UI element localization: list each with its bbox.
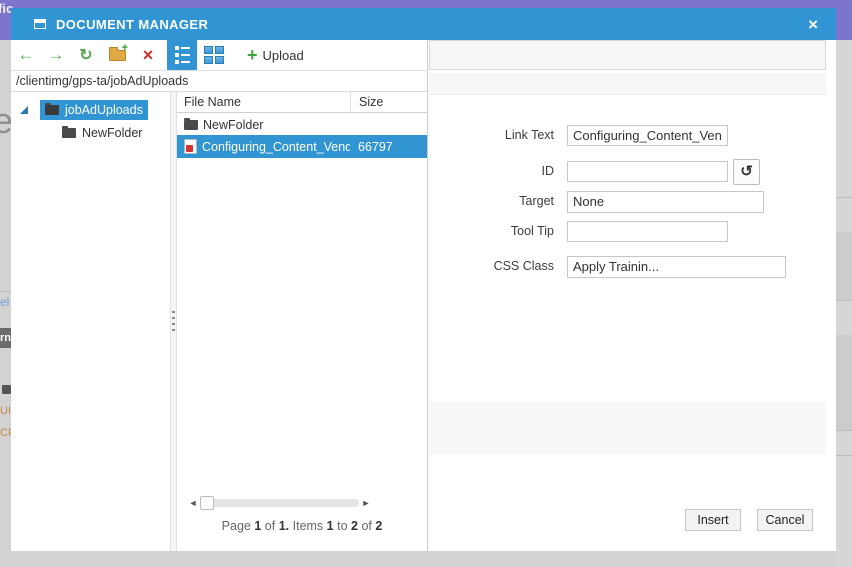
dialog-title: DOCUMENT MANAGER <box>56 16 209 32</box>
file-list-panel: File Name Size NewFolder Configuring_Con… <box>177 92 427 551</box>
pager-text: of <box>264 519 276 533</box>
refresh-icon: ↻ <box>79 47 93 64</box>
forward-button[interactable]: → <box>41 40 71 70</box>
list-view-icon <box>174 46 190 64</box>
pdf-file-icon <box>184 139 197 154</box>
target-select[interactable]: None ▾ <box>567 191 764 213</box>
file-list-header: File Name Size <box>177 92 427 113</box>
properties-lower-section <box>428 401 826 455</box>
upload-plus-icon: + <box>247 44 258 65</box>
id-input[interactable] <box>567 161 728 182</box>
dialog-titlebar: DOCUMENT MANAGER × <box>11 8 836 40</box>
grid-view-icon <box>204 46 224 64</box>
id-refresh-button[interactable]: ↺ <box>733 159 760 185</box>
pager-number: 1 <box>254 519 262 533</box>
target-label: Target <box>519 194 554 208</box>
document-manager-dialog: DOCUMENT MANAGER × ← → ↻ + × + Upload /c… <box>11 8 836 551</box>
file-toolbar: ← → ↻ + × + Upload <box>11 40 427 71</box>
file-size: 66797 <box>358 139 393 154</box>
pager-number: 2 <box>351 519 358 533</box>
background-icon-fragment <box>2 385 11 394</box>
tree-node-newfolder[interactable]: NewFolder <box>62 124 142 142</box>
new-folder-plus-icon: + <box>121 42 128 54</box>
grid-view-button[interactable] <box>197 40 231 70</box>
column-header-size[interactable]: Size <box>350 92 427 112</box>
folder-icon <box>184 118 198 130</box>
pager-number: 1 <box>326 519 334 533</box>
refresh-button[interactable]: ↻ <box>71 40 101 70</box>
background-row-divider <box>836 197 852 198</box>
tree-node-label: jobAdUploads <box>65 103 143 117</box>
tree-node-jobaduploads[interactable]: jobAdUploads <box>40 100 148 120</box>
id-label: ID <box>541 164 555 178</box>
back-icon: ← <box>17 45 35 64</box>
css-class-select[interactable]: Apply Trainin... ▼ <box>567 256 786 278</box>
splitter-grip-icon <box>172 311 175 333</box>
pager-status: Page 1 of 1. Items 1 to 2 of 2 <box>177 519 427 533</box>
background-row-divider <box>836 430 852 431</box>
properties-header-area <box>429 40 826 70</box>
css-class-selected-value: Apply Trainin... <box>573 259 659 274</box>
background-link-fragment: el <box>0 295 10 309</box>
pager-number: 1. <box>278 519 290 533</box>
tool-tip-input[interactable] <box>567 221 728 242</box>
background-button-fragment: rn <box>0 328 11 348</box>
background-divider-line <box>0 291 11 292</box>
pager-text: Page <box>221 519 251 533</box>
tree-expand-icon[interactable] <box>20 106 28 114</box>
pager-number: 2 <box>375 519 383 533</box>
link-text-label: Link Text <box>504 128 554 142</box>
list-view-button[interactable] <box>167 40 197 70</box>
scrollbar-thumb[interactable] <box>200 496 214 510</box>
new-folder-button[interactable]: + <box>101 40 133 70</box>
background-row-block <box>836 335 852 430</box>
link-text-input[interactable] <box>567 125 728 146</box>
background-text-fragment-1: UI <box>0 405 11 417</box>
upload-button-label: Upload <box>262 47 304 63</box>
address-path: /clientimg/gps-ta/jobAdUploads <box>11 71 427 92</box>
cancel-button[interactable]: Cancel <box>757 509 813 531</box>
background-row-block <box>836 232 852 300</box>
properties-subheader-area <box>429 73 826 95</box>
scroll-left-icon[interactable]: ◄ <box>186 498 200 508</box>
css-class-label: CSS Class <box>493 259 554 273</box>
pager-text: of <box>361 519 372 533</box>
scroll-right-icon[interactable]: ► <box>359 498 373 508</box>
pager-text: to <box>337 519 348 533</box>
screen-background: fic e el rn UI CR DOCUMENT MANAGER × ← →… <box>0 0 852 567</box>
file-name: NewFolder <box>203 118 264 132</box>
tool-tip-label: Tool Tip <box>510 224 554 238</box>
insert-button[interactable]: Insert <box>685 509 741 531</box>
file-name: Configuring_Content_Vendo <box>202 139 350 154</box>
folder-tree-panel: jobAdUploads NewFolder <box>11 92 170 551</box>
tree-node-label: NewFolder <box>82 126 143 140</box>
forward-icon: → <box>47 45 65 64</box>
delete-button[interactable]: × <box>133 40 163 70</box>
target-selected-value: None <box>573 194 605 209</box>
horizontal-scrollbar: ◄ ► <box>177 495 427 511</box>
background-row-divider <box>836 300 852 301</box>
folder-icon <box>62 126 76 138</box>
file-row-newfolder[interactable]: NewFolder <box>177 116 427 134</box>
id-refresh-icon: ↺ <box>740 163 753 180</box>
back-button[interactable]: ← <box>11 40 41 70</box>
scrollbar-track[interactable] <box>200 496 359 510</box>
link-properties-panel: Link Text ID ↺ Target None ▾ Tool Tip CS… <box>427 40 836 551</box>
delete-icon: × <box>142 44 154 65</box>
panel-splitter[interactable] <box>170 92 177 551</box>
file-row-selected-pdf[interactable]: Configuring_Content_Vendo 66797 <box>177 135 427 158</box>
upload-button[interactable]: + Upload <box>241 40 310 70</box>
column-header-file-name[interactable]: File Name <box>177 92 350 112</box>
window-icon <box>34 19 46 29</box>
pager-text: Items <box>292 519 324 533</box>
background-table-column <box>836 40 852 567</box>
background-row-divider <box>836 455 852 456</box>
folder-icon <box>45 103 59 115</box>
close-icon[interactable]: × <box>802 16 824 33</box>
